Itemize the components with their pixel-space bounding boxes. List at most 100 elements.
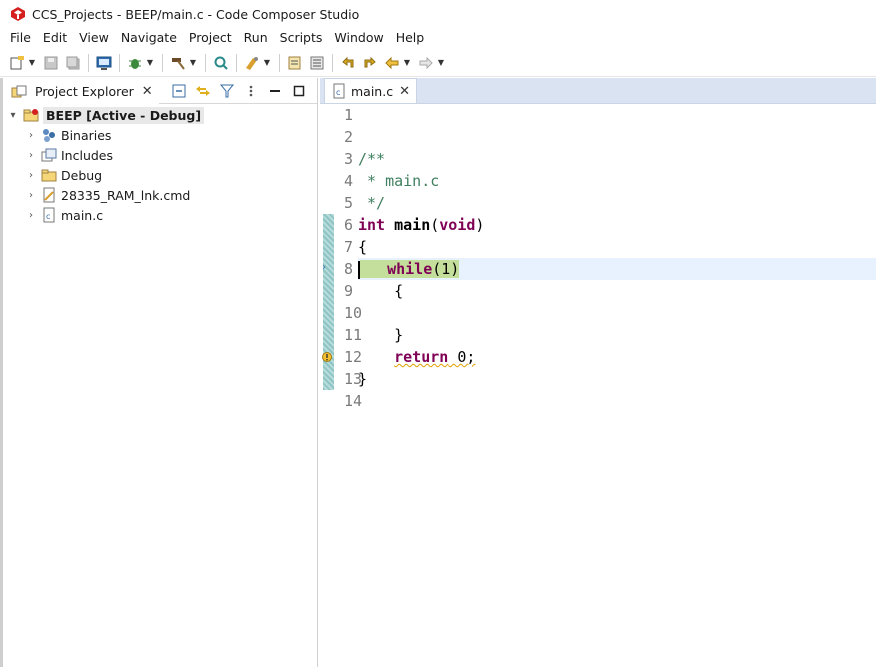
forward-dropdown-chevron-icon[interactable]: ▼ [437,54,445,72]
toolbar-separator [88,53,89,72]
menu-navigate[interactable]: Navigate [115,28,183,48]
filter-icon[interactable] [219,83,235,99]
main-toolbar: ▼ ▼ ▼ ▼ ▼ ▼ [0,49,876,77]
code-line-7[interactable]: { [358,236,876,258]
line-number: 9 [344,282,354,300]
new-file-icon[interactable] [8,54,26,72]
condition-token: (1) [432,260,460,278]
return-value-token: 0; [448,348,476,366]
debug-dropdown-chevron-icon[interactable]: ▼ [146,54,154,72]
chevron-right-icon[interactable]: › [25,130,37,141]
project-tree: ▾ BEEP [Active - Debug] › Binaries › Inc… [3,104,317,225]
explorer-actions [163,83,317,99]
view-menu-icon[interactable] [243,83,259,99]
tree-row-binaries[interactable]: › Binaries [3,125,317,145]
code-lines[interactable]: /** * main.c */ int main(void) { while(1… [358,104,876,667]
menu-project[interactable]: Project [183,28,238,48]
link-with-editor-icon[interactable] [195,83,211,99]
line-number: 13 [344,370,363,388]
debug-bug-icon[interactable] [126,54,144,72]
chevron-right-icon[interactable]: › [25,210,37,221]
chevron-right-icon[interactable]: › [25,190,37,201]
maximize-icon[interactable] [291,83,307,99]
code-line-12[interactable]: return 0; [358,346,876,368]
toolbar-separator [236,53,237,72]
menu-file[interactable]: File [4,28,37,48]
svg-text:c: c [46,212,50,221]
save-all-icon[interactable] [64,54,82,72]
code-line-4[interactable]: * main.c [358,170,876,192]
keyword-token: while [387,260,433,278]
build-hammer-icon[interactable] [169,54,187,72]
menu-window[interactable]: Window [328,28,389,48]
search-icon[interactable] [212,54,230,72]
tree-row-includes[interactable]: › Includes [3,145,317,165]
code-line-6[interactable]: int main(void) [358,214,876,236]
chevron-right-icon[interactable]: › [25,150,37,161]
back-dropdown-chevron-icon[interactable]: ▼ [403,54,411,72]
tree-label-binaries: Binaries [61,127,112,143]
editor-tab-bar: c main.c ✕ [320,78,876,104]
next-annotation-icon[interactable] [361,54,379,72]
toolbar-separator [205,53,206,72]
code-line-3[interactable]: /** [358,148,876,170]
tree-row-project-beep[interactable]: ▾ BEEP [Active - Debug] [3,105,317,125]
tab-main-c[interactable]: c main.c ✕ [324,78,417,103]
menu-edit[interactable]: Edit [37,28,73,48]
brace-token: { [358,282,404,300]
menu-bar: File Edit View Navigate Project Run Scri… [0,28,876,48]
toolbar-separator [119,53,120,72]
project-explorer-panel: Project Explorer ✕ ▾ BEEP [Active - Debu… [3,77,318,667]
line-number: 7 [344,238,354,256]
open-console-icon[interactable] [308,54,326,72]
comment-token: */ [358,194,386,212]
code-line-5[interactable]: */ [358,192,876,214]
line-number: 3 [344,150,354,168]
code-line-8-current[interactable]: while(1) [358,258,876,280]
tree-row-main-c[interactable]: › c main.c [3,205,317,225]
build-dropdown-chevron-icon[interactable]: ▼ [189,54,197,72]
line-number: 12 [344,348,363,366]
close-icon[interactable]: ✕ [142,84,153,99]
toolbar-separator [162,53,163,72]
line-number: 11 [344,326,363,344]
tree-label-main-c: main.c [61,207,104,223]
tree-row-debug[interactable]: › Debug [3,165,317,185]
tab-project-explorer[interactable]: Project Explorer ✕ [3,77,159,104]
code-line-11[interactable]: } [358,324,876,346]
code-area[interactable]: › 1 2 3 4 5 6 7 8 9 10 11 12 13 14 /** *… [320,104,876,667]
code-line-1[interactable] [358,104,876,126]
comment-token: /** [358,150,386,168]
code-line-13[interactable]: } [358,368,876,390]
prev-annotation-icon[interactable] [339,54,357,72]
close-icon[interactable]: ✕ [399,84,410,99]
terminal-icon[interactable] [95,54,113,72]
line-number: 8 [344,260,354,278]
menu-view[interactable]: View [73,28,115,48]
paren-token: ) [475,216,485,234]
menu-scripts[interactable]: Scripts [274,28,329,48]
new-dropdown-chevron-icon[interactable]: ▼ [28,54,36,72]
paren-token: ( [430,216,440,234]
run-dropdown-chevron-icon[interactable]: ▼ [263,54,271,72]
keyword-token: void [439,216,476,234]
code-line-2[interactable] [358,126,876,148]
code-line-10[interactable] [358,302,876,324]
brace-token: } [358,326,404,344]
minimize-icon[interactable] [267,83,283,99]
save-icon[interactable] [42,54,60,72]
code-line-14[interactable] [358,390,876,412]
menu-run[interactable]: Run [238,28,274,48]
line-number: 2 [344,128,354,146]
ccs-app-icon [10,6,26,22]
tree-row-lnk-cmd[interactable]: › 28335_RAM_lnk.cmd [3,185,317,205]
back-arrow-icon[interactable] [383,54,401,72]
forward-arrow-icon[interactable] [417,54,435,72]
open-task-icon[interactable] [286,54,304,72]
chevron-down-icon[interactable]: ▾ [7,110,19,121]
chevron-right-icon[interactable]: › [25,170,37,181]
collapse-all-icon[interactable] [171,83,187,99]
menu-help[interactable]: Help [390,28,431,48]
run-tool-icon[interactable] [243,54,261,72]
code-line-9[interactable]: { [358,280,876,302]
